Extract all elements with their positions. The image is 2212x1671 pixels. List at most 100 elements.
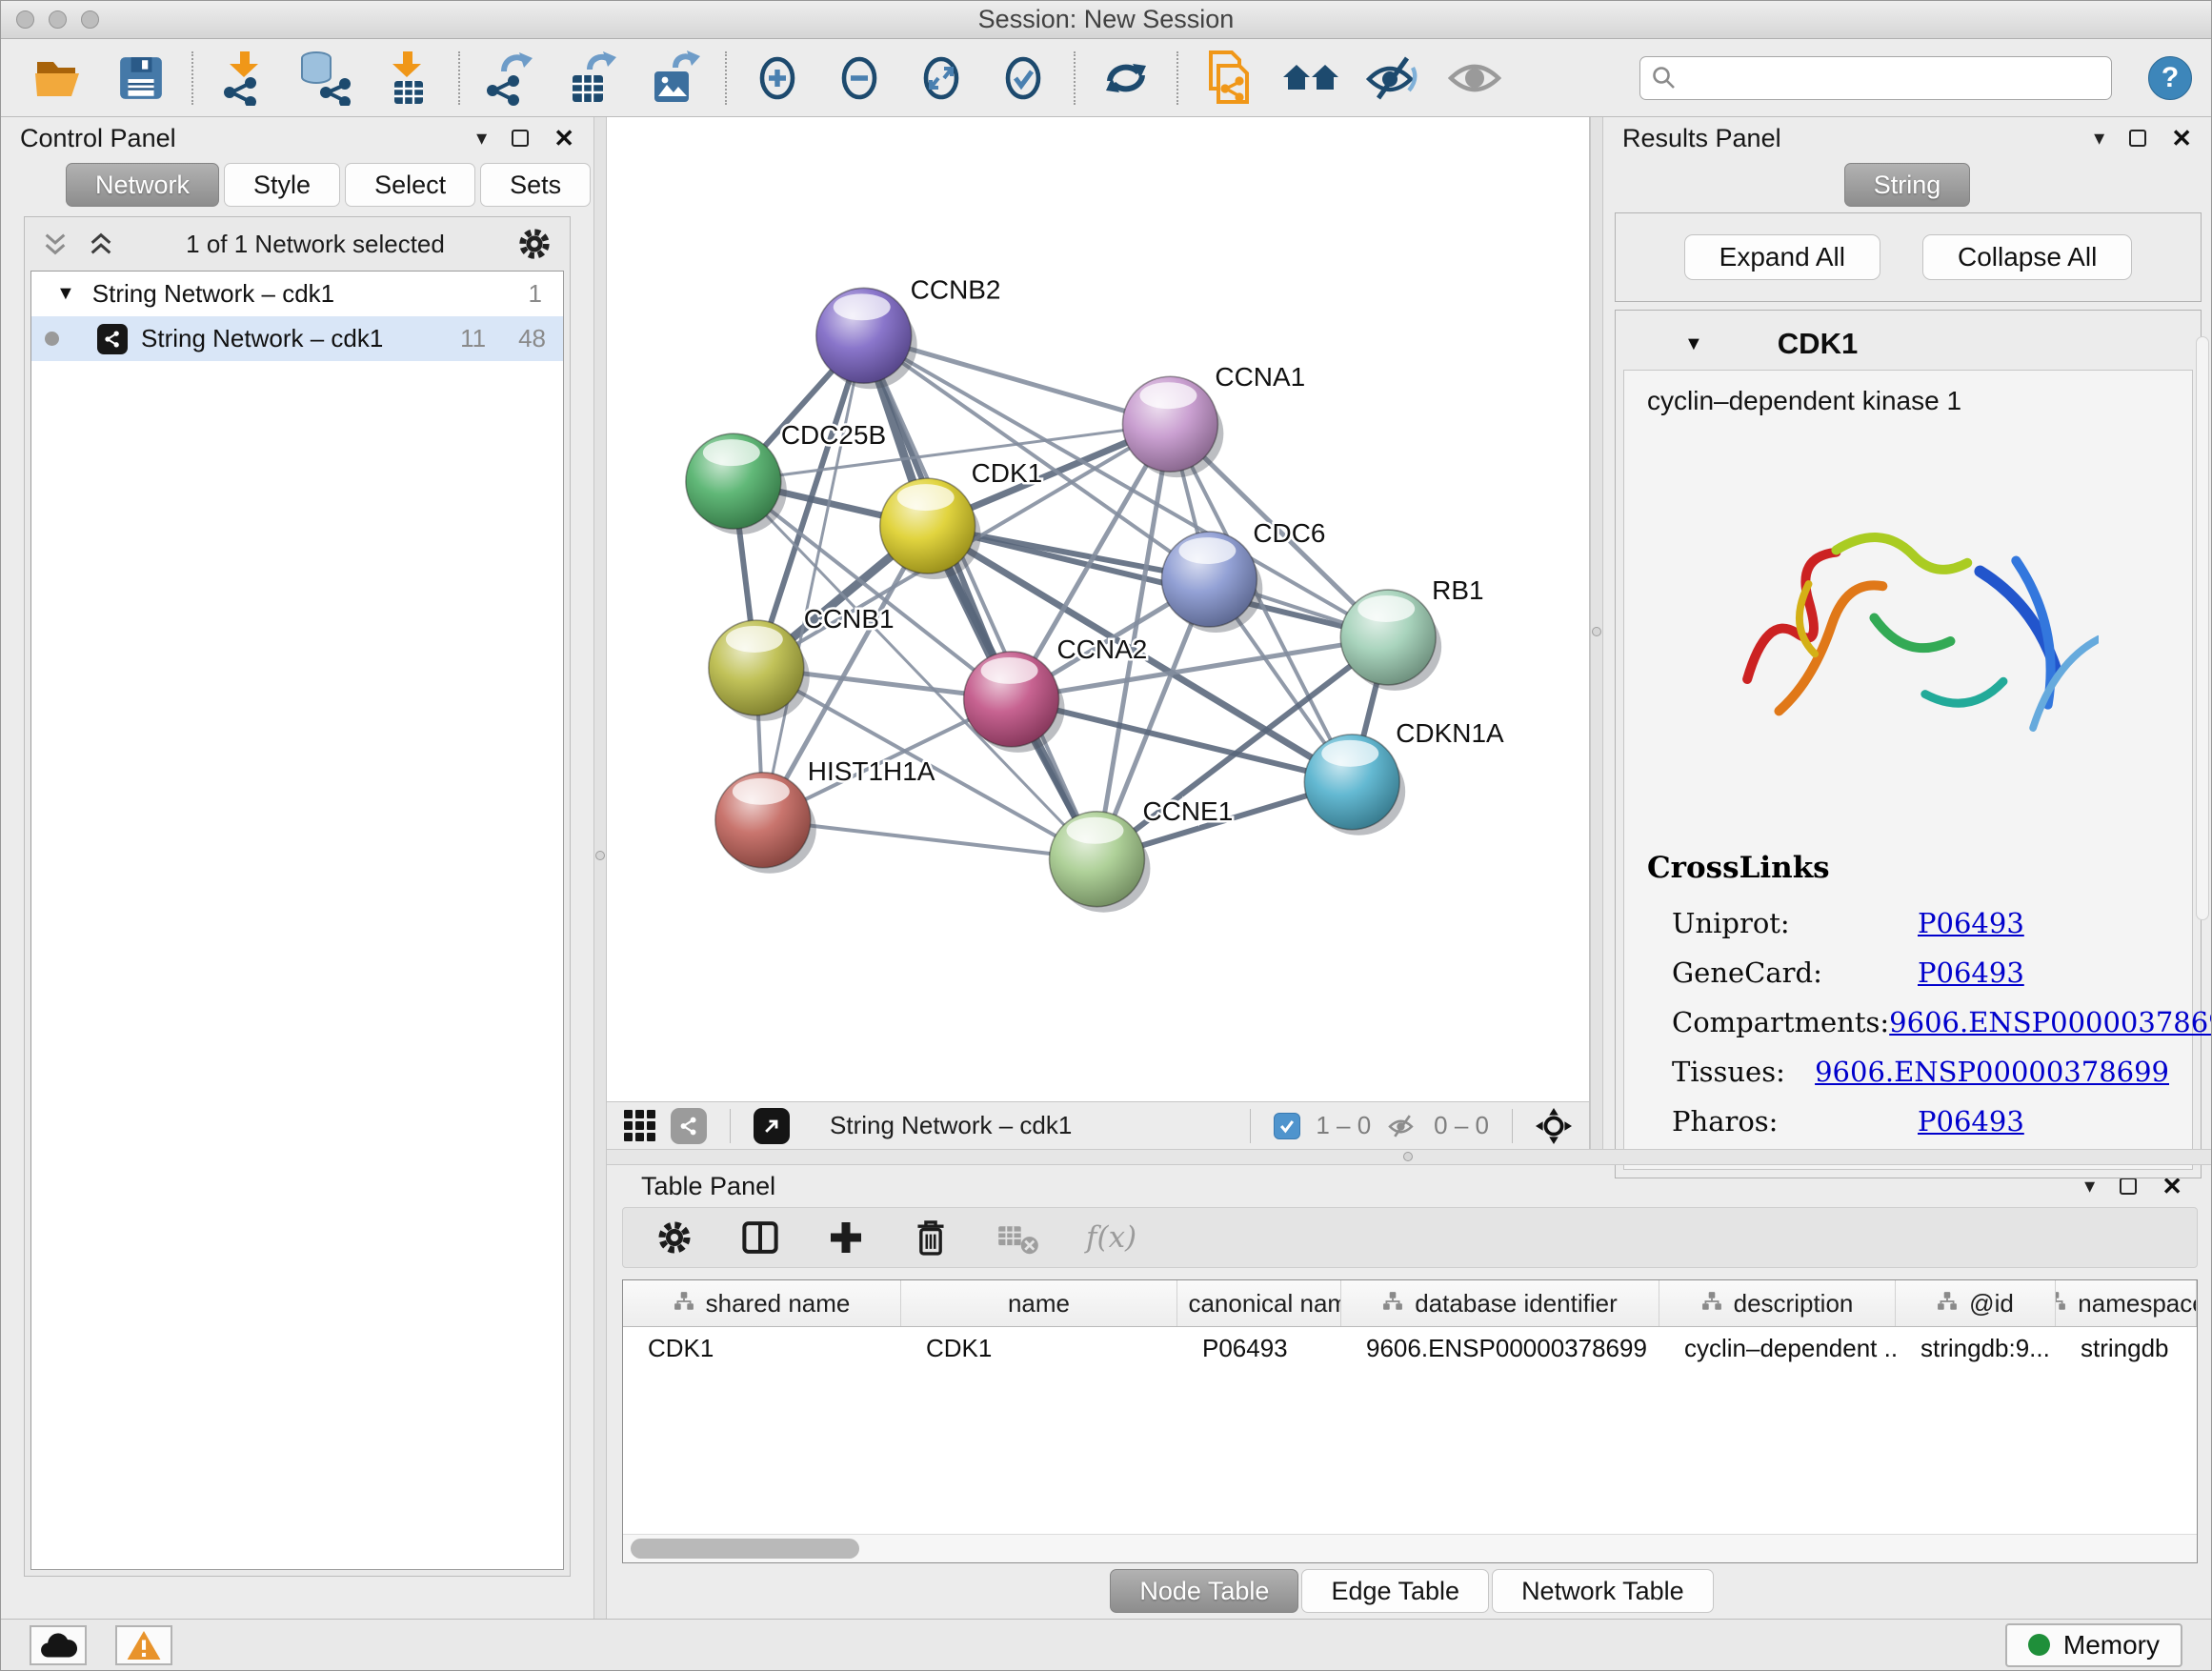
- tree-expander-icon[interactable]: ▼: [56, 283, 75, 305]
- table-cell[interactable]: 9606.ENSP00000378699: [1341, 1327, 1659, 1369]
- table-cell[interactable]: CDK1: [901, 1327, 1177, 1369]
- column-header-canonical-name[interactable]: canonical name: [1177, 1280, 1341, 1326]
- tab-network-table[interactable]: Network Table: [1492, 1569, 1714, 1613]
- tab-select[interactable]: Select: [345, 163, 475, 207]
- collapse-all-icon[interactable]: [42, 231, 69, 257]
- scrollbar-thumb[interactable]: [631, 1539, 859, 1559]
- panel-float-icon[interactable]: [2129, 130, 2146, 147]
- node-HIST1H1A[interactable]: HIST1H1A: [715, 756, 935, 874]
- open-in-window-icon[interactable]: [754, 1108, 790, 1144]
- import-network-from-database-icon[interactable]: [296, 50, 355, 107]
- collapse-all-button[interactable]: Collapse All: [1922, 234, 2132, 280]
- export-image-icon[interactable]: [645, 50, 704, 107]
- node-CDKN1A[interactable]: CDKN1A: [1304, 718, 1504, 836]
- table-cell[interactable]: P06493: [1177, 1327, 1341, 1369]
- network-type-icon[interactable]: [671, 1108, 707, 1144]
- network-row[interactable]: String Network – cdk1 11 48: [31, 316, 563, 361]
- network-badge-icon: [97, 324, 128, 354]
- clone-network-icon[interactable]: [1199, 50, 1258, 107]
- panel-close-icon[interactable]: ✕: [2171, 124, 2192, 153]
- selected-checkbox[interactable]: [1274, 1113, 1300, 1139]
- cloud-status-button[interactable]: [30, 1625, 87, 1665]
- expand-all-icon[interactable]: [88, 231, 114, 257]
- crosslink-link[interactable]: P06493: [1918, 956, 2024, 989]
- gear-icon[interactable]: [516, 226, 553, 262]
- network-canvas[interactable]: CCNB2CCNA1CDC25BCDK1CDC6RB1CCNB1CCNA2CDK…: [607, 117, 1589, 1101]
- birds-eye-view-icon[interactable]: [1536, 1108, 1572, 1144]
- add-column-icon[interactable]: [827, 1218, 865, 1257]
- splitter-handle[interactable]: [1592, 627, 1601, 636]
- node-CDK1[interactable]: CDK1: [880, 458, 1043, 579]
- tab-style[interactable]: Style: [224, 163, 340, 207]
- import-network-icon[interactable]: [214, 50, 273, 107]
- crosslink-link[interactable]: 9606.ENSP00000378699: [1815, 1056, 2169, 1088]
- column-header-id[interactable]: @id: [1896, 1280, 2056, 1326]
- network-graph[interactable]: CCNB2CCNA1CDC25BCDK1CDC6RB1CCNB1CCNA2CDK…: [607, 117, 1589, 1101]
- table-cell[interactable]: stringdb: [2056, 1327, 2197, 1369]
- panel-menu-icon[interactable]: ▾: [2094, 126, 2104, 151]
- open-session-button[interactable]: [30, 50, 89, 107]
- hide-selected-icon[interactable]: [1363, 50, 1422, 107]
- column-header-shared-name[interactable]: shared name: [623, 1280, 901, 1326]
- vertical-splitter-right[interactable]: [1590, 117, 1603, 1149]
- import-table-icon[interactable]: [378, 50, 437, 107]
- network-collection-row[interactable]: ▼ String Network – cdk1 1: [31, 272, 563, 316]
- table-cell[interactable]: cyclin–dependent ...: [1659, 1327, 1896, 1369]
- select-columns-icon[interactable]: [739, 1218, 781, 1258]
- node-CCNB2[interactable]: CCNB2: [816, 274, 1001, 389]
- node-RB1[interactable]: RB1: [1340, 575, 1483, 691]
- help-button[interactable]: ?: [2148, 56, 2192, 100]
- table-cell[interactable]: stringdb:9...: [1896, 1327, 2056, 1369]
- protein-section-header[interactable]: ▼ CDK1: [1623, 318, 2193, 370]
- search-input[interactable]: [1684, 64, 2100, 91]
- splitter-handle[interactable]: [1403, 1152, 1413, 1161]
- export-table-icon[interactable]: [563, 50, 622, 107]
- section-expander-icon[interactable]: ▼: [1684, 333, 1703, 355]
- tab-network[interactable]: Network: [66, 163, 219, 207]
- show-all-icon[interactable]: [1445, 50, 1504, 107]
- crosslink-link[interactable]: 9606.ENSP00000378699: [1889, 1006, 2212, 1038]
- zoom-out-icon[interactable]: [830, 50, 889, 107]
- tab-node-table[interactable]: Node Table: [1110, 1569, 1298, 1613]
- tab-sets[interactable]: Sets: [480, 163, 591, 207]
- node-CCNB1[interactable]: CCNB1: [709, 604, 895, 721]
- export-network-icon[interactable]: [481, 50, 540, 107]
- show-grid-icon[interactable]: [624, 1110, 655, 1141]
- tab-edge-table[interactable]: Edge Table: [1301, 1569, 1489, 1613]
- expand-all-button[interactable]: Expand All: [1684, 234, 1880, 280]
- node-CCNA1[interactable]: CCNA1: [1122, 362, 1305, 477]
- crosslink-link[interactable]: P06493: [1918, 907, 2024, 939]
- memory-button[interactable]: Memory: [2005, 1623, 2182, 1667]
- delete-column-icon[interactable]: [911, 1217, 951, 1258]
- panel-float-icon[interactable]: [2120, 1178, 2137, 1195]
- zoom-window-button[interactable]: [81, 10, 99, 29]
- vertical-splitter-left[interactable]: [593, 117, 607, 1619]
- crosslink-link[interactable]: P06493: [1918, 1105, 2024, 1137]
- panel-close-icon[interactable]: ✕: [553, 124, 574, 153]
- window-controls: [16, 10, 99, 29]
- column-header-namespace[interactable]: namespace: [2056, 1280, 2197, 1326]
- first-neighbors-icon[interactable]: [1281, 50, 1340, 107]
- gear-icon[interactable]: [655, 1218, 694, 1257]
- panel-float-icon[interactable]: [512, 130, 529, 147]
- table-row[interactable]: CDK1CDK1P064939606.ENSP00000378699cyclin…: [623, 1327, 2197, 1369]
- tab-string[interactable]: String: [1844, 163, 1971, 207]
- zoom-fit-icon[interactable]: [912, 50, 971, 107]
- warning-status-button[interactable]: [115, 1625, 172, 1665]
- results-scrollbar[interactable]: [2196, 336, 2209, 920]
- refresh-icon[interactable]: [1096, 50, 1156, 107]
- horizontal-splitter[interactable]: [607, 1149, 2211, 1165]
- column-header-description[interactable]: description: [1659, 1280, 1896, 1326]
- minimize-window-button[interactable]: [49, 10, 67, 29]
- panel-menu-icon[interactable]: ▾: [476, 126, 487, 151]
- splitter-handle[interactable]: [595, 851, 605, 860]
- table-cell[interactable]: CDK1: [623, 1327, 901, 1369]
- zoom-selected-icon[interactable]: [994, 50, 1053, 107]
- edge-CCNB2-HIST1H1A[interactable]: [763, 335, 864, 820]
- column-header-database-identifier[interactable]: database identifier: [1341, 1280, 1659, 1326]
- save-session-button[interactable]: [111, 50, 171, 107]
- zoom-in-icon[interactable]: [748, 50, 807, 107]
- node-CDC25B[interactable]: CDC25B: [686, 420, 886, 534]
- column-header-name[interactable]: name: [901, 1280, 1177, 1326]
- close-window-button[interactable]: [16, 10, 34, 29]
